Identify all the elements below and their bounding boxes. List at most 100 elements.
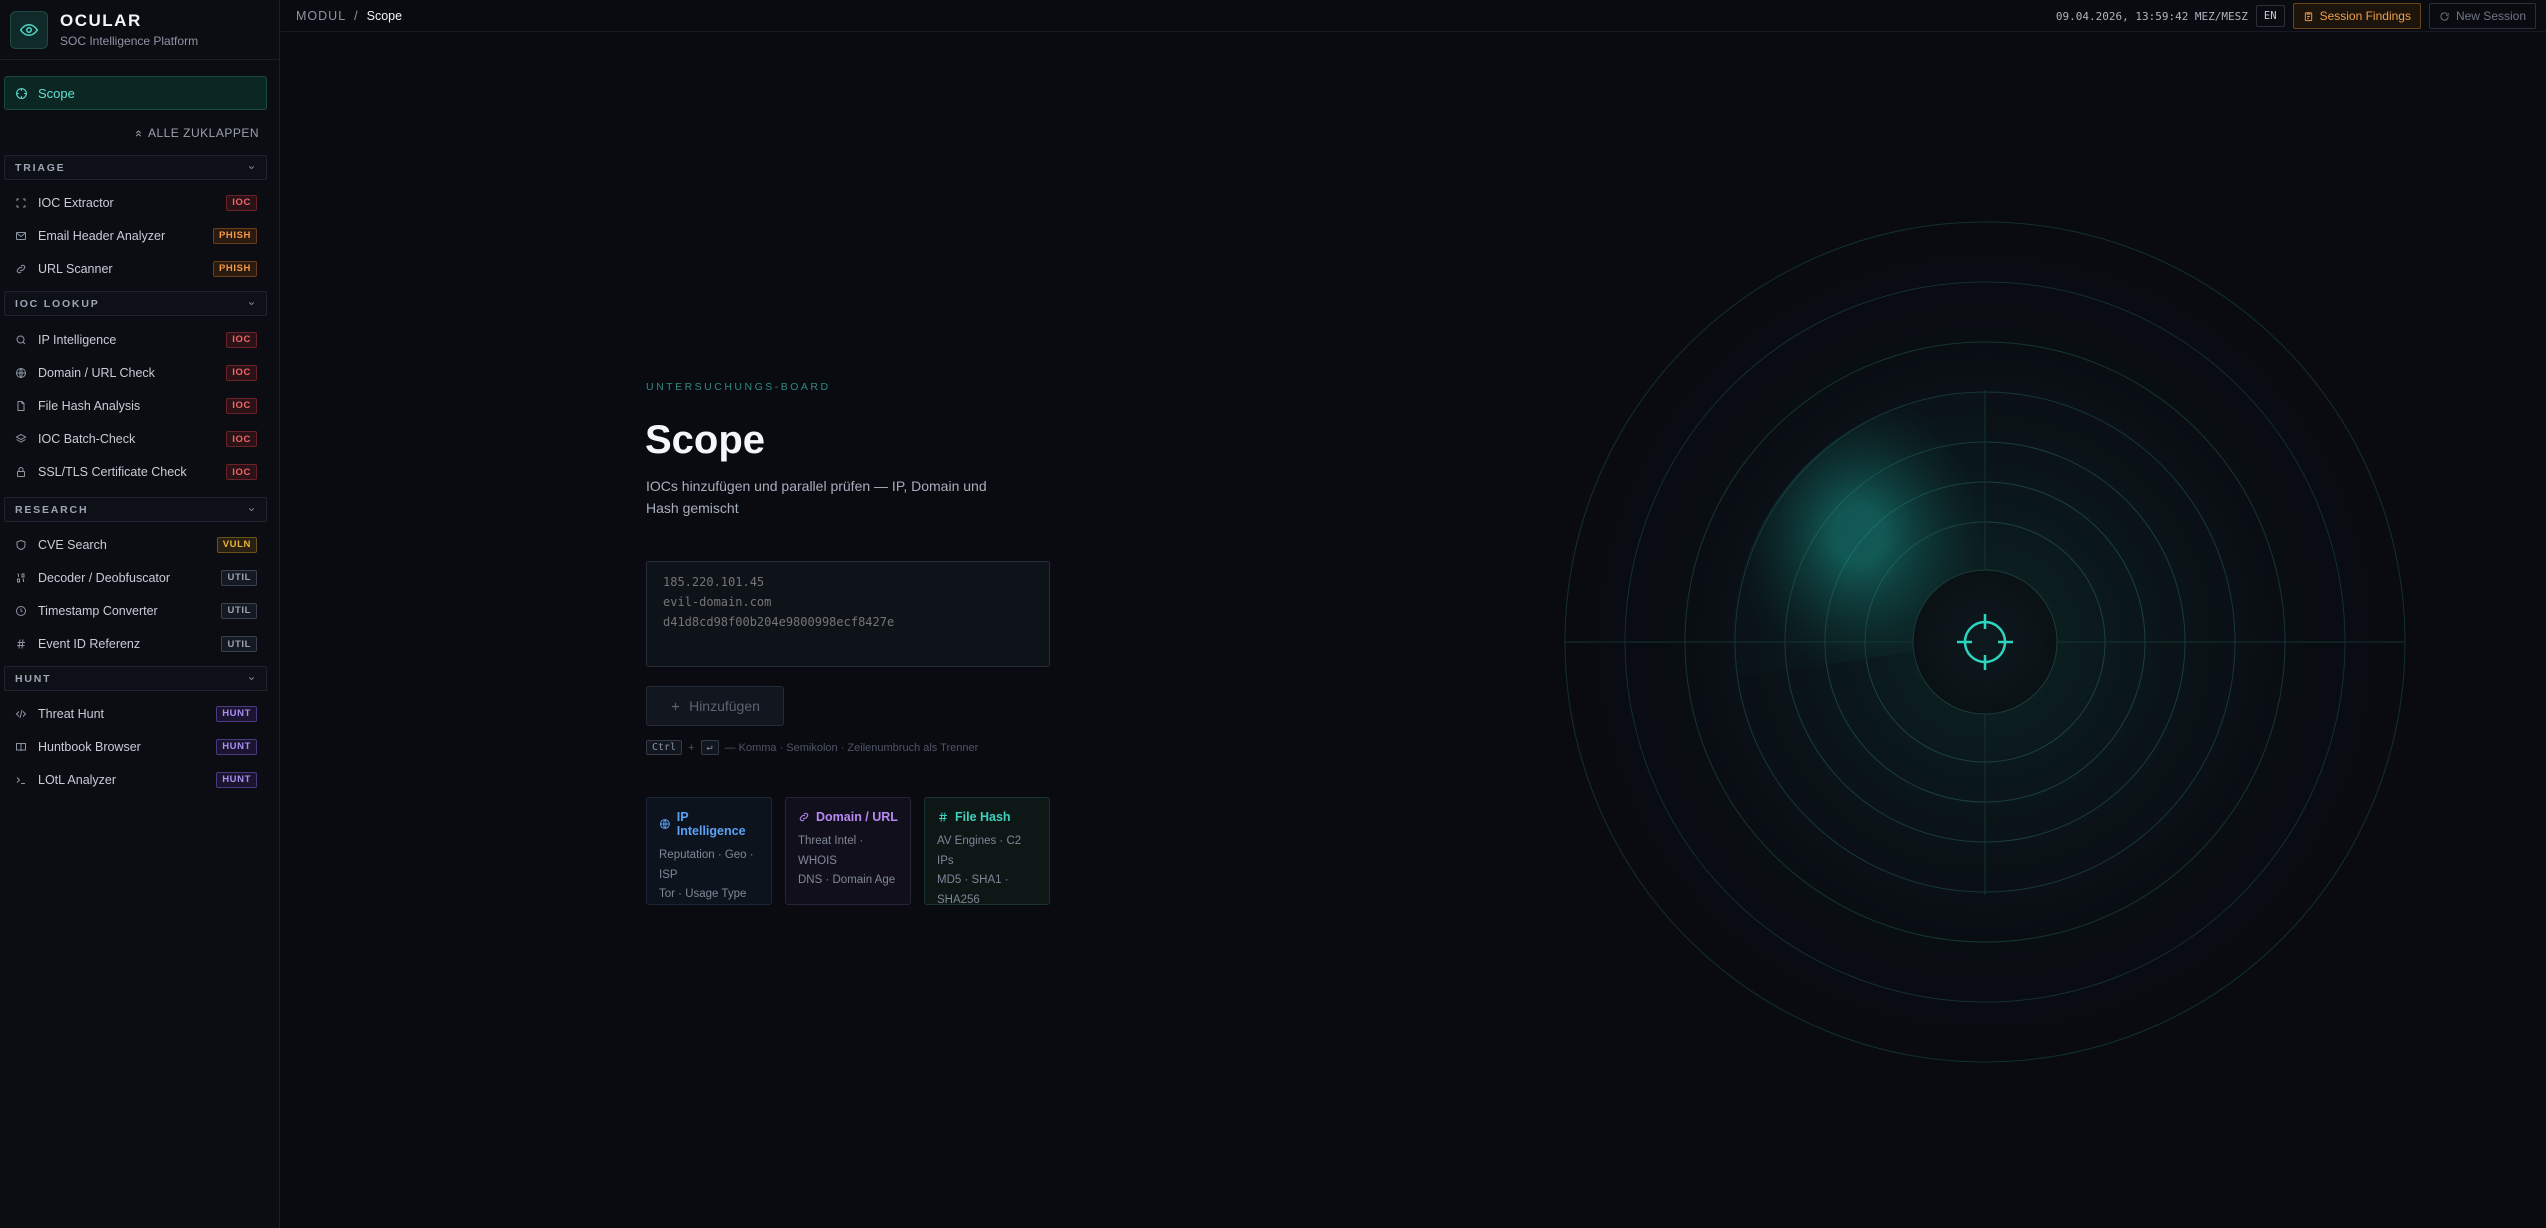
collapse-all-label: ALLE ZUKLAPPEN: [147, 126, 259, 140]
kbd-plus: +: [688, 741, 695, 754]
sidebar-group-label: IOC LOOKUP: [15, 297, 100, 310]
category-badge: UTIL: [221, 636, 257, 653]
sidebar-group-research[interactable]: RESEARCH: [4, 497, 267, 522]
chevron-down-icon: [248, 302, 255, 306]
sidebar-item-threat-hunt[interactable]: Threat Hunt HUNT: [0, 697, 270, 730]
breadcrumb-root[interactable]: MODUL: [296, 9, 346, 23]
sidebar-group-ioc-lookup[interactable]: IOC LOOKUP: [4, 291, 267, 316]
sidebar-item-decoder-deobfuscator[interactable]: Decoder / Deobfuscator UTIL: [0, 561, 270, 594]
sidebar-group-label: RESEARCH: [15, 503, 89, 516]
brand-subtitle: SOC Intelligence Platform: [60, 34, 199, 48]
ioc-input[interactable]: [646, 561, 1050, 667]
sidebar-item-file-hash-analysis[interactable]: File Hash Analysis IOC: [0, 389, 270, 422]
sidebar-item-scope[interactable]: Scope: [4, 76, 267, 110]
refresh-icon: [2440, 11, 2449, 21]
add-button-label: Hinzufügen: [689, 698, 760, 714]
sidebar-item-label: Email Header Analyzer: [38, 228, 166, 243]
shield-icon: [14, 538, 28, 552]
sidebar-item-label: SSL/TLS Certificate Check: [38, 465, 187, 480]
sidebar-item-label: File Hash Analysis: [38, 398, 141, 413]
card-description: Threat Intel · WHOIS DNS · Domain Age: [798, 835, 896, 886]
session-findings-button[interactable]: Session Findings: [2292, 3, 2421, 29]
sidebar-item-label: URL Scanner: [38, 261, 113, 276]
card-domain-url: Domain / URL Threat Intel · WHOIS DNS · …: [785, 797, 911, 905]
sidebar-item-label: Decoder / Deobfuscator: [38, 570, 171, 585]
chevron-down-icon: [248, 677, 255, 681]
eyebrow-label: UNTERSUCHUNGS-BOARD: [646, 381, 831, 393]
sidebar-item-label: Scope: [38, 85, 75, 101]
link-icon: [14, 262, 28, 276]
sidebar-item-label: Threat Hunt: [38, 706, 105, 721]
link-icon: [799, 812, 809, 822]
hash-icon: [939, 812, 947, 822]
eye-icon: [10, 10, 48, 49]
sidebar-item-label: CVE Search: [38, 537, 107, 552]
binary-icon: [14, 571, 28, 585]
sidebar-item-ioc-batch-check[interactable]: IOC Batch-Check IOC: [0, 423, 270, 456]
chevrons-up-icon: [135, 129, 142, 136]
kbd-ctrl: Ctrl: [646, 740, 683, 755]
plus-icon: [671, 702, 680, 710]
scan-icon: [14, 196, 28, 210]
keyboard-hint: Ctrl + ↵ — Komma · Semikolon · Zeilenumb…: [646, 740, 978, 755]
category-badge: HUNT: [216, 771, 257, 788]
breadcrumb: MODUL / Scope: [296, 9, 402, 23]
category-badge: IOC: [226, 194, 257, 211]
clock-icon: [14, 604, 28, 618]
brand-title: OCULAR: [60, 11, 142, 30]
category-badge: IOC: [226, 364, 257, 381]
sidebar-item-ssl-tls-certificate-check[interactable]: SSL/TLS Certificate Check IOC: [0, 456, 270, 489]
globe-icon: [659, 819, 670, 829]
chevron-down-icon: [248, 508, 255, 512]
radar-graphic: [1545, 202, 2425, 1082]
globe-icon: [14, 366, 28, 380]
sidebar-group-triage[interactable]: TRIAGE: [4, 155, 267, 180]
category-badge: IOC: [226, 397, 257, 414]
mail-icon: [14, 229, 28, 243]
sidebar-item-label: IOC Extractor: [38, 195, 114, 210]
sidebar-item-ip-intelligence[interactable]: IP Intelligence IOC: [0, 323, 270, 356]
page-title: Scope: [645, 418, 766, 462]
category-badge: IOC: [226, 431, 257, 448]
hash-icon: [14, 637, 28, 651]
new-session-button[interactable]: New Session: [2428, 3, 2536, 29]
category-badge: VULN: [216, 536, 257, 553]
page-subtitle: IOCs hinzufügen und parallel prüfen — IP…: [646, 478, 987, 516]
card-description: Reputation · Geo · ISP Tor · Usage Type: [659, 849, 754, 900]
new-session-label: New Session: [2455, 9, 2526, 23]
sidebar-item-event-id-referenz[interactable]: Event ID Referenz UTIL: [0, 628, 270, 661]
sidebar-item-cve-search[interactable]: CVE Search VULN: [0, 528, 270, 561]
card-file-hash: File Hash AV Engines · C2 IPs MD5 · SHA1…: [924, 797, 1050, 906]
category-badge: UTIL: [221, 602, 257, 619]
session-findings-label: Session Findings: [2319, 9, 2411, 23]
sidebar-item-email-header-analyzer[interactable]: Email Header Analyzer PHISH: [0, 219, 270, 252]
sidebar: OCULAR SOC Intelligence Platform Scope A…: [0, 0, 280, 1228]
sidebar-item-label: LOtL Analyzer: [38, 772, 117, 787]
hint-text: — Komma · Semikolon · Zeilenumbruch als …: [724, 741, 979, 754]
sidebar-item-label: Huntbook Browser: [38, 739, 141, 754]
terminal-icon: [14, 773, 28, 787]
sidebar-item-timestamp-converter[interactable]: Timestamp Converter UTIL: [0, 594, 270, 627]
category-badge: UTIL: [221, 569, 257, 586]
lock-icon: [14, 465, 28, 479]
category-badge: IOC: [226, 464, 257, 481]
layers-icon: [14, 432, 28, 446]
sidebar-item-lotl-analyzer[interactable]: LOtL Analyzer HUNT: [0, 763, 270, 796]
sidebar-item-label: Event ID Referenz: [38, 637, 141, 652]
card-title: IP Intelligence: [676, 810, 746, 838]
sidebar-item-ioc-extractor[interactable]: IOC Extractor IOC: [0, 186, 270, 219]
sidebar-group-hunt[interactable]: HUNT: [4, 666, 267, 691]
sidebar-item-label: Domain / URL Check: [38, 365, 155, 380]
language-toggle[interactable]: EN: [2255, 5, 2285, 27]
add-button[interactable]: Hinzufügen: [646, 686, 784, 726]
kbd-enter: ↵: [700, 740, 719, 755]
sidebar-item-url-scanner[interactable]: URL Scanner PHISH: [0, 252, 270, 285]
crosshair-icon: [16, 87, 27, 99]
collapse-all-button[interactable]: ALLE ZUKLAPPEN: [134, 126, 259, 140]
sidebar-item-domain-url-check[interactable]: Domain / URL Check IOC: [0, 356, 270, 389]
category-badge: PHISH: [212, 227, 257, 244]
sidebar-item-huntbook-browser[interactable]: Huntbook Browser HUNT: [0, 730, 270, 763]
breadcrumb-separator: /: [354, 8, 359, 23]
sidebar-item-label: IOC Batch-Check: [38, 432, 136, 447]
category-badge: PHISH: [212, 260, 257, 277]
